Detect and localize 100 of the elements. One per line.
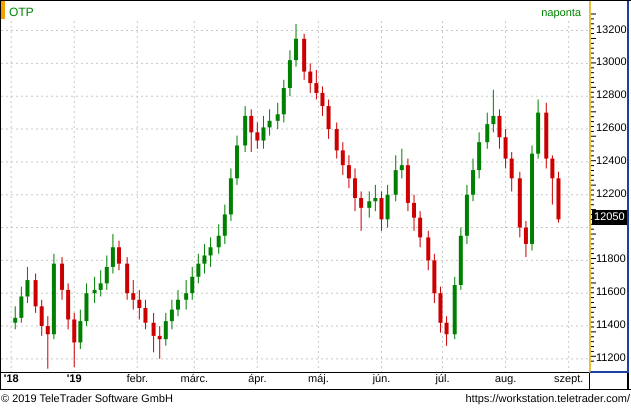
y-axis-label: 12600 — [596, 123, 627, 134]
candlestick — [367, 190, 372, 218]
y-axis-label: 13200 — [596, 24, 627, 36]
candlestick — [222, 204, 227, 244]
candlestick — [544, 102, 548, 169]
candlestick — [282, 79, 286, 123]
candlestick — [190, 266, 194, 300]
candlestick — [418, 210, 422, 248]
candlestick — [46, 316, 50, 370]
y-axis-label: 11200 — [596, 352, 626, 364]
candlestick — [294, 23, 298, 68]
candlestick — [13, 306, 18, 330]
candlestick — [353, 168, 358, 212]
candlestick — [406, 158, 410, 212]
candlestick — [359, 190, 364, 232]
candlestick — [25, 266, 30, 304]
candlestick — [184, 280, 188, 310]
candlestick — [379, 190, 384, 232]
candlestick — [216, 224, 221, 254]
candlestick — [176, 289, 180, 317]
candlestick — [98, 270, 103, 297]
candlestick — [491, 89, 496, 133]
candlestick — [19, 286, 24, 324]
candlestick — [243, 106, 248, 153]
candlestick — [255, 122, 260, 150]
candlestick — [497, 108, 502, 150]
candlestick — [288, 50, 292, 97]
candlestick — [60, 256, 64, 300]
candlestick — [412, 194, 416, 232]
candlestick — [228, 168, 233, 222]
candlestick — [524, 220, 528, 258]
candlestick — [276, 102, 280, 130]
series-marker — [1, 1, 5, 19]
candlestick — [137, 289, 142, 320]
candlestick — [444, 316, 449, 346]
copyright-text: © 2019 TeleTrader Software GmbH — [1, 392, 173, 407]
candlestick — [426, 230, 430, 271]
candlestick — [400, 148, 404, 179]
y-axis-label: 11600 — [596, 287, 626, 298]
x-axis-label: jún. — [372, 374, 390, 385]
candlestick — [373, 184, 378, 212]
candlestick — [72, 312, 76, 368]
candlestick — [34, 273, 38, 314]
y-axis-label: 13000 — [596, 57, 627, 68]
y-axis-label: 11800 — [596, 254, 626, 266]
candlestick — [84, 282, 88, 327]
candlestick — [510, 152, 514, 192]
candlestick — [471, 158, 476, 202]
candlestick — [104, 254, 109, 290]
candlestick — [164, 312, 168, 346]
x-axis-label: ápr. — [248, 374, 267, 385]
candlestick — [152, 312, 156, 353]
candlestick — [92, 276, 97, 304]
x-axis-label: márc. — [180, 374, 208, 385]
candlestick — [320, 86, 324, 116]
candlestick — [556, 171, 560, 224]
candlestick — [143, 299, 148, 330]
website-link[interactable]: https://workstation.teletrader.com/ — [466, 390, 630, 408]
candlestick — [314, 69, 318, 100]
x-axis-label: máj. — [308, 374, 329, 385]
candlestick — [346, 154, 351, 189]
candlestick — [452, 276, 457, 340]
candlestick — [340, 142, 345, 176]
candlestick — [504, 128, 508, 169]
candlestick — [158, 326, 162, 360]
candlestick — [334, 122, 339, 160]
candlestick — [485, 112, 490, 150]
candlestick — [40, 299, 44, 336]
candlestick — [117, 240, 121, 271]
candlestick — [477, 132, 482, 179]
x-axis-label: szept. — [554, 374, 584, 385]
x-axis-label: júl. — [435, 374, 450, 385]
candlestick — [518, 171, 522, 238]
candlestick — [438, 286, 442, 334]
candlestick — [66, 282, 70, 330]
candlestick — [394, 154, 398, 202]
candlestick — [249, 108, 254, 153]
y-axis-label: 12400 — [596, 156, 627, 167]
candlestick — [302, 33, 306, 80]
symbol-label: OTP — [9, 4, 34, 21]
candlestick — [131, 280, 136, 310]
candlestick — [196, 253, 200, 284]
candlestick — [458, 227, 463, 290]
candlestick — [110, 234, 115, 274]
candlestick — [78, 309, 82, 350]
interval-label: naponta — [541, 6, 581, 21]
candlestick — [208, 236, 213, 268]
y-axis-label: 12200 — [596, 188, 627, 200]
candlestick — [326, 99, 331, 140]
candlestick — [432, 253, 436, 304]
current-price-badge: 12050 — [592, 210, 627, 226]
x-axis-label: '18 — [4, 374, 19, 385]
x-axis-label: aug. — [494, 374, 516, 385]
candlestick — [170, 299, 174, 330]
candlestick — [386, 184, 390, 228]
candlestick — [268, 108, 272, 136]
candlestick — [536, 99, 540, 160]
candlestick — [464, 184, 469, 244]
candlestick — [261, 115, 266, 150]
y-axis-label: 12800 — [596, 90, 627, 102]
